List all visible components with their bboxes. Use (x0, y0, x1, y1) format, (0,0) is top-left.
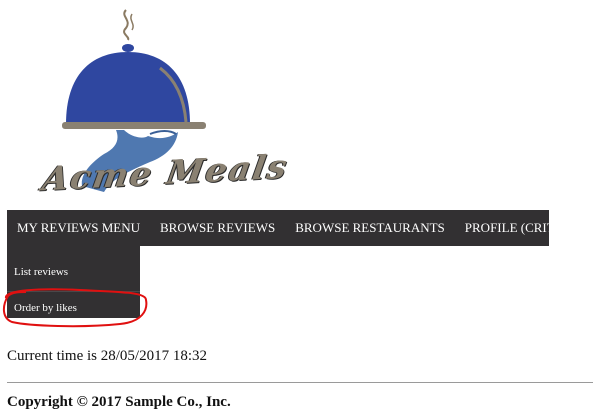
dropdown-item-list-reviews[interactable]: List reviews (7, 258, 140, 286)
nav-browse-restaurants[interactable]: BROWSE RESTAURANTS (285, 210, 455, 246)
copyright-text: Copyright © 2017 Sample Co., Inc. (7, 394, 231, 410)
nav-profile[interactable]: PROFILE (CRITIC1) (455, 210, 589, 246)
footer-divider (7, 382, 593, 383)
my-reviews-dropdown: List reviews Order by likes (7, 246, 140, 318)
dropdown-item-order-by-likes[interactable]: Order by likes (7, 294, 140, 322)
dropdown-item-label: Order by likes (14, 302, 77, 314)
nav-profile-label: PROFILE (CRITIC1) (464, 220, 579, 235)
main-navbar: MY REVIEWS MENU BROWSE REVIEWS BROWSE RE… (7, 210, 579, 252)
nav-my-reviews-menu-label: MY REVIEWS MENU (17, 220, 141, 235)
dropdown-divider (7, 291, 140, 292)
nav-browse-restaurants-label: BROWSE RESTAURANTS (295, 220, 445, 235)
nav-my-reviews-menu[interactable]: MY REVIEWS MENU (7, 210, 150, 252)
current-time-text: Current time is 28/05/2017 18:32 (7, 348, 207, 364)
dropdown-item-label: List reviews (14, 266, 69, 278)
nav-browse-reviews[interactable]: BROWSE REVIEWS (150, 210, 285, 246)
nav-browse-reviews-label: BROWSE REVIEWS (160, 220, 276, 235)
site-logo: Acme Meals (20, 6, 291, 198)
